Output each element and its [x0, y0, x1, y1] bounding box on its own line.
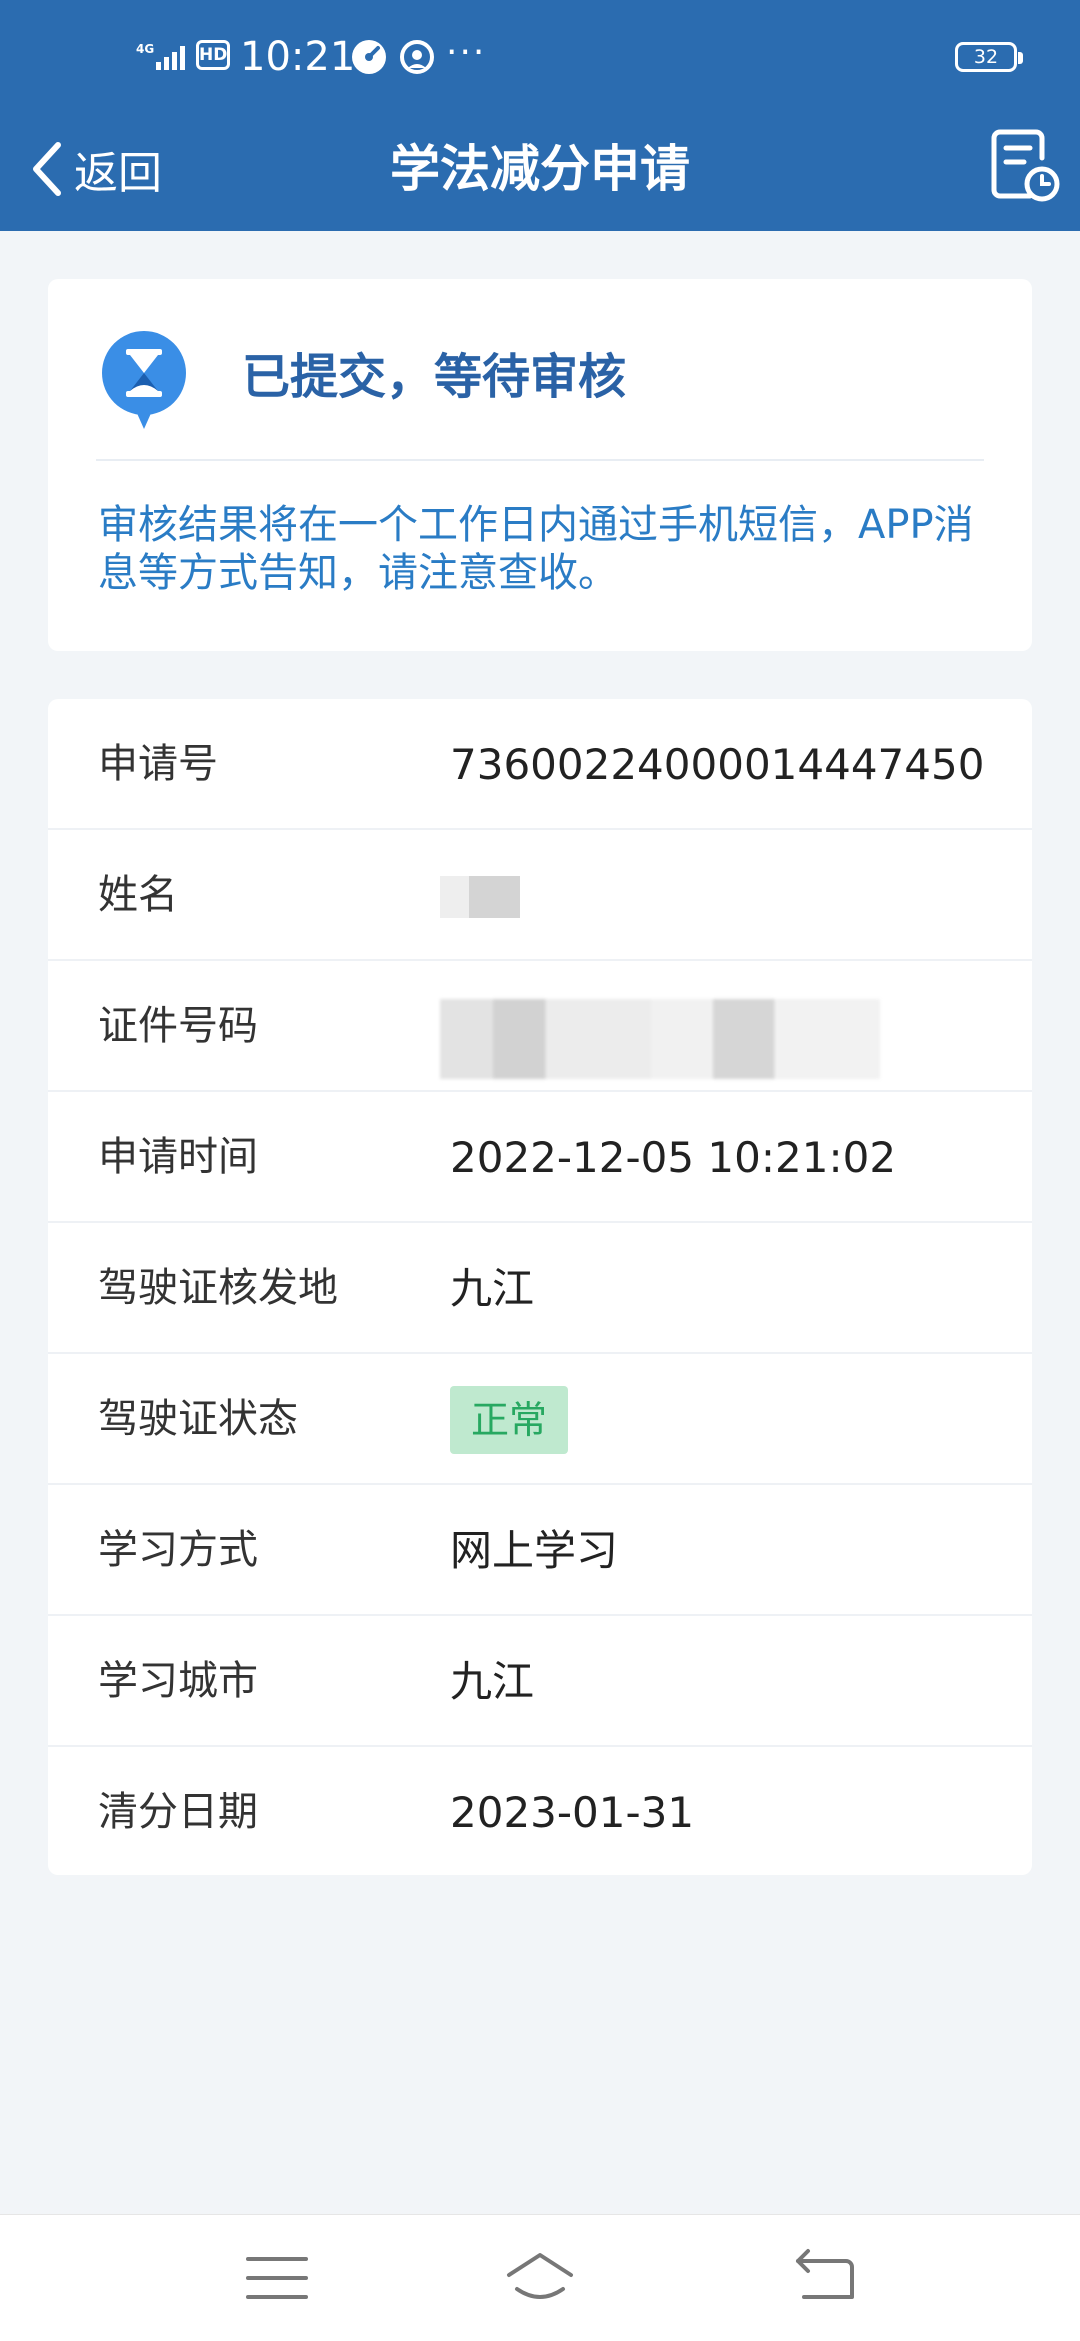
- row-label: 姓名: [98, 872, 178, 918]
- more-notifications-icon: ···: [446, 32, 487, 73]
- battery-icon: 32: [955, 42, 1017, 72]
- status-description: 审核结果将在一个工作日内通过手机短信，APP消息等方式告知，请注意查收。: [98, 502, 974, 596]
- status-bar: 4G HD 10:21 ··· 32: [0, 28, 1080, 88]
- row-label: 申请时间: [98, 1134, 258, 1180]
- status-badge: 正常: [450, 1386, 568, 1454]
- signal-icon: 4G: [136, 42, 185, 70]
- row-license-issuer: 驾驶证核发地 九江: [48, 1223, 1032, 1354]
- row-label: 驾驶证核发地: [98, 1265, 338, 1311]
- row-label: 学习城市: [98, 1658, 258, 1704]
- history-record-icon[interactable]: [990, 128, 1060, 204]
- app-header: 4G HD 10:21 ··· 32 返回 学法减分申请: [0, 0, 1080, 231]
- chat-bubble-icon: [400, 40, 434, 74]
- status-title: 已提交，等待审核: [242, 349, 627, 405]
- row-value: 2022-12-05 10:21:02: [450, 1133, 897, 1182]
- row-label: 清分日期: [98, 1789, 258, 1835]
- row-name: 姓名: [48, 830, 1032, 961]
- page-title: 学法减分申请: [390, 140, 690, 198]
- row-application-number: 申请号 73600224000014447450: [48, 699, 1032, 830]
- row-id-number: 证件号码: [48, 961, 1032, 1092]
- menu-icon[interactable]: [242, 2245, 312, 2311]
- row-study-city: 学习城市 九江: [48, 1616, 1032, 1747]
- redacted-name: [440, 876, 520, 918]
- system-nav-bar: [0, 2214, 1080, 2341]
- submission-status-card: 已提交，等待审核 审核结果将在一个工作日内通过手机短信，APP消息等方式告知，请…: [48, 279, 1032, 651]
- return-icon[interactable]: [790, 2245, 860, 2311]
- row-label: 驾驶证状态: [98, 1396, 298, 1442]
- row-label: 学习方式: [98, 1527, 258, 1573]
- network-type-label: 4G: [136, 42, 154, 56]
- row-value: 73600224000014447450: [450, 740, 985, 789]
- row-value: 九江: [450, 1657, 535, 1706]
- home-icon[interactable]: [505, 2245, 575, 2311]
- redacted-id-number: [440, 999, 880, 1079]
- row-label: 证件号码: [98, 1003, 258, 1049]
- divider: [96, 459, 984, 461]
- hd-icon: HD: [196, 40, 230, 70]
- speedometer-icon: [352, 40, 386, 74]
- row-label: 申请号: [98, 741, 218, 787]
- application-details-card: 申请号 73600224000014447450 姓名 证件号码 申请时间 20…: [48, 699, 1032, 1875]
- row-value: 网上学习: [450, 1526, 619, 1575]
- row-license-status: 驾驶证状态 正常: [48, 1354, 1032, 1485]
- row-value: 2023-01-31: [450, 1788, 695, 1837]
- battery-tip: [1018, 52, 1023, 64]
- row-clear-date: 清分日期 2023-01-31: [48, 1747, 1032, 1875]
- nav-bar: 返回 学法减分申请: [0, 118, 1080, 218]
- row-value: 九江: [450, 1264, 535, 1313]
- row-application-time: 申请时间 2022-12-05 10:21:02: [48, 1092, 1032, 1223]
- status-time: 10:21: [240, 34, 356, 80]
- row-study-method: 学习方式 网上学习: [48, 1485, 1032, 1616]
- hourglass-icon: [102, 331, 186, 429]
